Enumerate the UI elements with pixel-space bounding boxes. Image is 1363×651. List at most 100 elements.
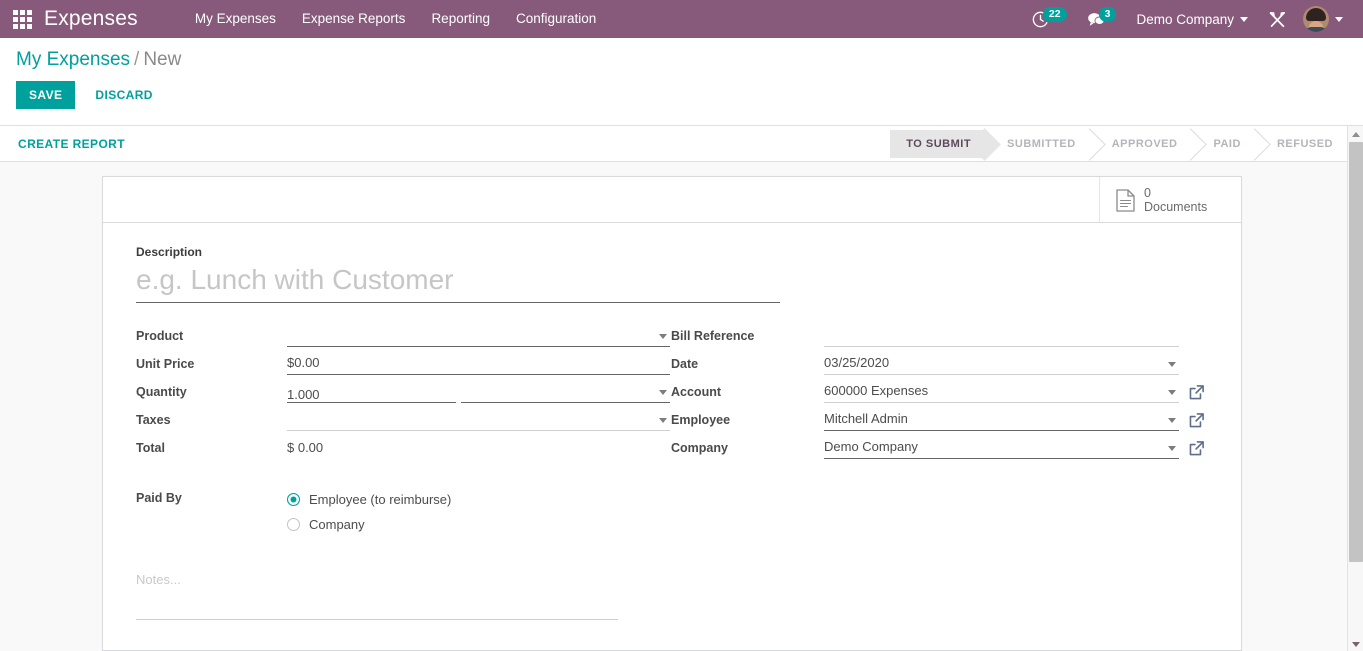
systray: 22 3 Demo Company — [1022, 0, 1363, 38]
button-box: 0 Documents — [103, 177, 1241, 223]
form-body: Description Product — [103, 223, 1241, 630]
notes-input[interactable]: Notes... — [136, 571, 618, 620]
sheet-container: 0 Documents Description Product — [0, 162, 1363, 651]
apps-grid-icon — [12, 9, 32, 29]
account-value: 600000 Expenses — [824, 383, 929, 398]
chevron-down-icon — [1168, 418, 1176, 423]
field-row-unit-price: Unit Price $0.00 — [136, 348, 670, 375]
breadcrumb-item-my-expenses[interactable]: My Expenses — [16, 49, 130, 70]
notes-placeholder: Notes... — [136, 572, 181, 587]
company-value: Demo Company — [824, 439, 918, 454]
paid-by-employee-label: Employee (to reimburse) — [309, 492, 452, 507]
documents-stat-button[interactable]: 0 Documents — [1099, 177, 1241, 223]
account-label: Account — [671, 385, 721, 399]
user-menu[interactable] — [1297, 0, 1353, 38]
breadcrumb: My Expenses / New — [16, 46, 1347, 74]
app-brand-title[interactable]: Expenses — [44, 7, 138, 31]
date-label: Date — [671, 357, 699, 371]
discard-button[interactable]: DISCARD — [83, 81, 164, 109]
field-row-product: Product — [136, 320, 670, 347]
menu-configuration[interactable]: Configuration — [503, 0, 609, 38]
bill-reference-label: Bill Reference — [671, 329, 755, 343]
account-internal-link-icon[interactable] — [1188, 384, 1205, 401]
chevron-down-icon — [1168, 362, 1176, 367]
description-group: Description — [136, 245, 1208, 303]
documents-stat-text: 0 Documents — [1144, 186, 1207, 215]
activities-menu[interactable]: 22 — [1022, 0, 1077, 38]
apps-menu-button[interactable] — [0, 0, 44, 38]
avatar — [1303, 6, 1329, 32]
date-value: 03/25/2020 — [824, 355, 890, 370]
quantity-value: 1.000 — [287, 387, 320, 402]
taxes-label: Taxes — [136, 413, 171, 427]
field-row-employee: Employee Mitchell Admin — [671, 404, 1205, 431]
chevron-down-icon — [1168, 446, 1176, 451]
documents-count: 0 — [1144, 185, 1151, 200]
quantity-input[interactable]: 1.000 — [287, 387, 456, 403]
chevron-down-icon — [659, 390, 667, 395]
stage-submitted[interactable]: SUBMITTED — [987, 129, 1092, 158]
stage-to-submit[interactable]: TO SUBMIT — [890, 129, 988, 158]
messages-menu[interactable]: 3 — [1077, 0, 1127, 38]
create-report-button[interactable]: CREATE REPORT — [16, 133, 127, 155]
paid-by-option-company[interactable]: Company — [287, 512, 451, 537]
documents-label: Documents — [1144, 200, 1208, 214]
left-field-column: Product Unit Price $0.00 Quantity 1.000 … — [136, 320, 670, 460]
product-input[interactable] — [287, 325, 670, 347]
product-label: Product — [136, 329, 184, 343]
menu-reporting[interactable]: Reporting — [418, 0, 503, 38]
employee-input[interactable]: Mitchell Admin — [824, 408, 1179, 431]
taxes-value — [287, 409, 670, 410]
stage-approved[interactable]: APPROVED — [1091, 129, 1194, 158]
scrollbar-thumb[interactable] — [1349, 142, 1363, 562]
status-pipeline: TO SUBMIT SUBMITTED APPROVED PAID REFUSE… — [890, 129, 1349, 158]
total-value-container: $ 0.00 — [287, 437, 670, 459]
date-input[interactable]: 03/25/2020 — [824, 352, 1179, 375]
top-navbar: Expenses My Expenses Expense Reports Rep… — [0, 0, 1363, 38]
paid-by-option-employee[interactable]: Employee (to reimburse) — [287, 487, 451, 512]
triangle-down-icon — [1352, 641, 1360, 647]
description-label: Description — [136, 245, 203, 259]
paid-by-label: Paid By — [136, 491, 182, 505]
company-label: Company — [671, 441, 728, 455]
main-menu-bar: My Expenses Expense Reports Reporting Co… — [182, 0, 609, 38]
scroll-down-arrow[interactable] — [1348, 636, 1363, 651]
debug-menu[interactable] — [1258, 0, 1297, 38]
quantity-label: Quantity — [136, 385, 187, 399]
field-row-taxes: Taxes — [136, 404, 670, 431]
menu-my-expenses[interactable]: My Expenses — [182, 0, 289, 38]
radio-selected-icon — [287, 493, 300, 506]
status-bar: CREATE REPORT TO SUBMIT SUBMITTED APPROV… — [0, 126, 1363, 162]
unit-price-input[interactable]: $0.00 — [287, 352, 670, 375]
field-row-date: Date 03/25/2020 — [671, 348, 1205, 375]
control-panel: My Expenses / New SAVE DISCARD — [0, 38, 1363, 125]
account-input[interactable]: 600000 Expenses — [824, 380, 1179, 403]
notes-group: Notes... — [136, 571, 1208, 620]
company-switcher-label: Demo Company — [1136, 11, 1234, 27]
taxes-input[interactable] — [287, 409, 670, 431]
company-switcher[interactable]: Demo Company — [1126, 0, 1258, 38]
uom-input[interactable] — [461, 381, 670, 403]
bill-reference-value — [824, 325, 1179, 326]
employee-internal-link-icon[interactable] — [1188, 412, 1205, 429]
field-row-bill-reference: Bill Reference — [671, 320, 1205, 347]
company-input[interactable]: Demo Company — [824, 436, 1179, 459]
messages-count-badge: 3 — [1098, 6, 1117, 23]
paid-by-options: Employee (to reimburse) Company — [287, 487, 451, 537]
product-value — [287, 325, 670, 326]
company-internal-link-icon[interactable] — [1188, 440, 1205, 457]
save-button[interactable]: SAVE — [16, 81, 76, 109]
field-row-account: Account 600000 Expenses — [671, 376, 1205, 403]
total-label: Total — [136, 441, 165, 455]
field-row-quantity: Quantity 1.000 — [136, 376, 670, 403]
menu-expense-reports[interactable]: Expense Reports — [289, 0, 419, 38]
scroll-up-arrow[interactable] — [1348, 126, 1363, 142]
description-input[interactable] — [136, 262, 780, 303]
field-columns: Product Unit Price $0.00 Quantity 1.000 … — [136, 320, 1208, 460]
form-sheet: 0 Documents Description Product — [102, 176, 1242, 651]
chevron-down-icon — [1240, 16, 1248, 22]
chevron-down-icon — [1168, 390, 1176, 395]
employee-value: Mitchell Admin — [824, 411, 908, 426]
bill-reference-input[interactable] — [824, 325, 1179, 347]
vertical-scrollbar[interactable] — [1347, 126, 1363, 651]
